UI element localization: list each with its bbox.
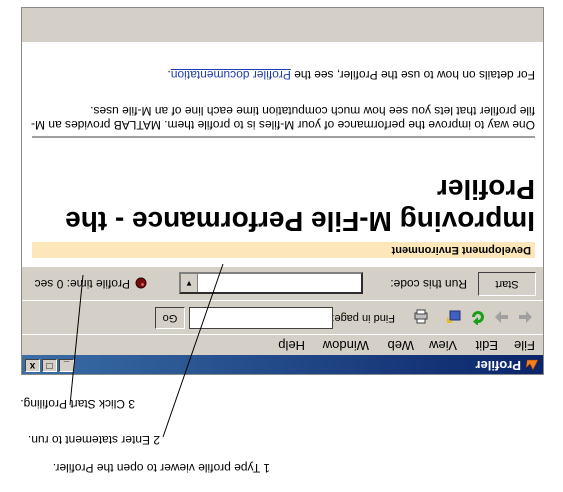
callout-lines [69, 263, 224, 438]
callout-line-2 [162, 263, 224, 438]
rotated-page: Profiler _ □ x File Edit View Web Window… [0, 0, 563, 492]
callout-2: 2 Enter statement to run. [27, 433, 160, 447]
callout-3: 3 Click Start Profiling. [20, 397, 135, 411]
callout-line-3 [69, 274, 84, 406]
callout-1: 1 Type profile viewer to open the Profil… [52, 461, 270, 475]
